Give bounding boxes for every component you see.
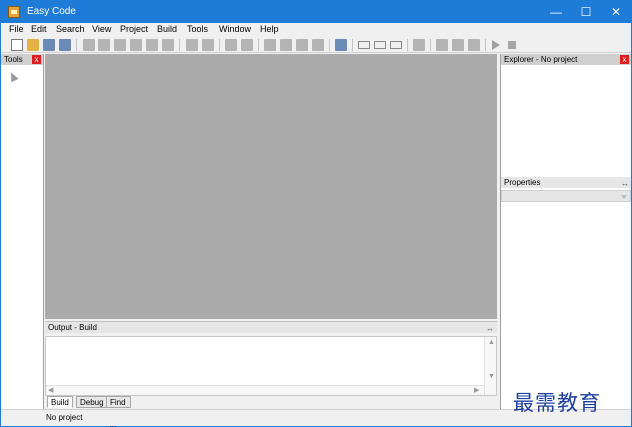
play-icon[interactable] <box>492 40 500 50</box>
status-text: No project <box>46 413 83 422</box>
toolbar-separator <box>76 39 77 51</box>
toolbar <box>1 37 631 53</box>
properties-panel-header: Properties <box>501 177 631 188</box>
menu-file[interactable]: File <box>7 24 26 34</box>
indent-icon[interactable] <box>186 39 198 51</box>
pointer-tool-icon[interactable] <box>7 70 19 83</box>
tools-panel-title: Tools <box>4 55 23 64</box>
tab-find-text-in-files[interactable]: Find Text in Files <box>106 396 131 427</box>
uncomment-icon[interactable] <box>280 39 292 51</box>
build-icon[interactable] <box>436 39 448 51</box>
window-icon[interactable] <box>358 41 370 49</box>
output-horizontal-scrollbar[interactable]: ◀ ▶ <box>46 385 484 395</box>
tools-panel-close-button[interactable]: x <box>32 55 41 64</box>
toolbar-separator <box>329 39 330 51</box>
open-folder-icon[interactable] <box>27 39 39 51</box>
paste-icon[interactable] <box>146 39 158 51</box>
properties-object-select[interactable] <box>501 190 631 202</box>
scroll-down-icon[interactable]: ▼ <box>488 373 495 380</box>
tools-panel: Tools x <box>1 54 44 420</box>
menu-project[interactable]: Project <box>118 24 150 34</box>
scroll-right-icon[interactable]: ▶ <box>474 386 479 394</box>
toolbar-separator <box>352 39 353 51</box>
compile-icon[interactable] <box>452 39 464 51</box>
menu-tools[interactable]: Tools <box>185 24 210 34</box>
clear-bookmarks-icon[interactable] <box>312 39 324 51</box>
toolbar-separator <box>407 39 408 51</box>
menu-window[interactable]: Window <box>217 24 253 34</box>
stop-icon[interactable] <box>508 41 516 49</box>
toolbar-separator <box>485 39 486 51</box>
toolbar-separator <box>430 39 431 51</box>
minimize-button[interactable]: — <box>541 1 571 23</box>
find-icon[interactable] <box>335 39 347 51</box>
redo-icon[interactable] <box>98 39 110 51</box>
output-panel-header: Output - Build <box>45 322 497 333</box>
explorer-panel-title: Explorer - No project <box>504 55 578 64</box>
menu-search[interactable]: Search <box>54 24 87 34</box>
right-panel: Explorer - No project x Properties ↔ <box>500 54 631 409</box>
output-vertical-scrollbar[interactable]: ▲ ▼ <box>484 337 496 395</box>
outdent-icon[interactable] <box>202 39 214 51</box>
cut-icon[interactable] <box>114 39 126 51</box>
toolbar-separator <box>179 39 180 51</box>
project-properties-icon[interactable] <box>413 39 425 51</box>
menu-help[interactable]: Help <box>258 24 281 34</box>
bookmark-prev-icon[interactable] <box>225 39 237 51</box>
main-window: Easy Code — ☐ ✕ File Edit Search View Pr… <box>0 0 632 427</box>
close-button[interactable]: ✕ <box>601 1 631 23</box>
save-all-icon[interactable] <box>59 39 71 51</box>
window-title: Easy Code <box>27 6 76 17</box>
save-icon[interactable] <box>43 39 55 51</box>
output-panel-title: Output - Build <box>48 323 97 332</box>
watermark-logo: 最需教育 <box>513 391 601 415</box>
menu-bar: File Edit Search View Project Build Tool… <box>1 23 631 37</box>
tab-debug[interactable]: Debug <box>76 396 108 408</box>
output-panel-pin-icon[interactable]: ↔ <box>486 324 494 333</box>
scroll-left-icon[interactable]: ◀ <box>48 386 53 394</box>
properties-panel-pin-icon[interactable]: ↔ <box>621 179 629 188</box>
tab-build[interactable]: Build <box>47 396 73 408</box>
output-text-area[interactable]: ▲ ▼ ◀ ▶ <box>45 336 497 396</box>
explorer-tree[interactable] <box>501 65 631 173</box>
menu-build[interactable]: Build <box>155 24 179 34</box>
scroll-up-icon[interactable]: ▲ <box>488 339 495 346</box>
menu-edit[interactable]: Edit <box>29 24 49 34</box>
toolbar-separator <box>258 39 259 51</box>
properties-panel-title: Properties <box>504 178 541 187</box>
title-bar[interactable]: Easy Code — ☐ ✕ <box>1 1 631 23</box>
toolbar-separator <box>219 39 220 51</box>
delete-icon[interactable] <box>162 39 174 51</box>
new-file-icon[interactable] <box>11 39 23 51</box>
comment-icon[interactable] <box>264 39 276 51</box>
app-icon <box>8 6 20 18</box>
toggle-bookmark-icon[interactable] <box>296 39 308 51</box>
maximize-button[interactable]: ☐ <box>571 1 601 23</box>
undo-icon[interactable] <box>83 39 95 51</box>
copy-icon[interactable] <box>130 39 142 51</box>
menu-view[interactable]: View <box>90 24 113 34</box>
output-panel: Output - Build ↔ ▲ ▼ ◀ ▶ Build Debug Fin… <box>45 321 497 427</box>
explorer-panel-header: Explorer - No project <box>501 54 631 65</box>
bookmark-next-icon[interactable] <box>241 39 253 51</box>
explorer-panel-close-button[interactable]: x <box>620 55 629 64</box>
resource-icon[interactable] <box>390 41 402 49</box>
run-icon[interactable] <box>468 39 480 51</box>
editor-area[interactable] <box>45 54 497 319</box>
dialog-icon[interactable] <box>374 41 386 49</box>
